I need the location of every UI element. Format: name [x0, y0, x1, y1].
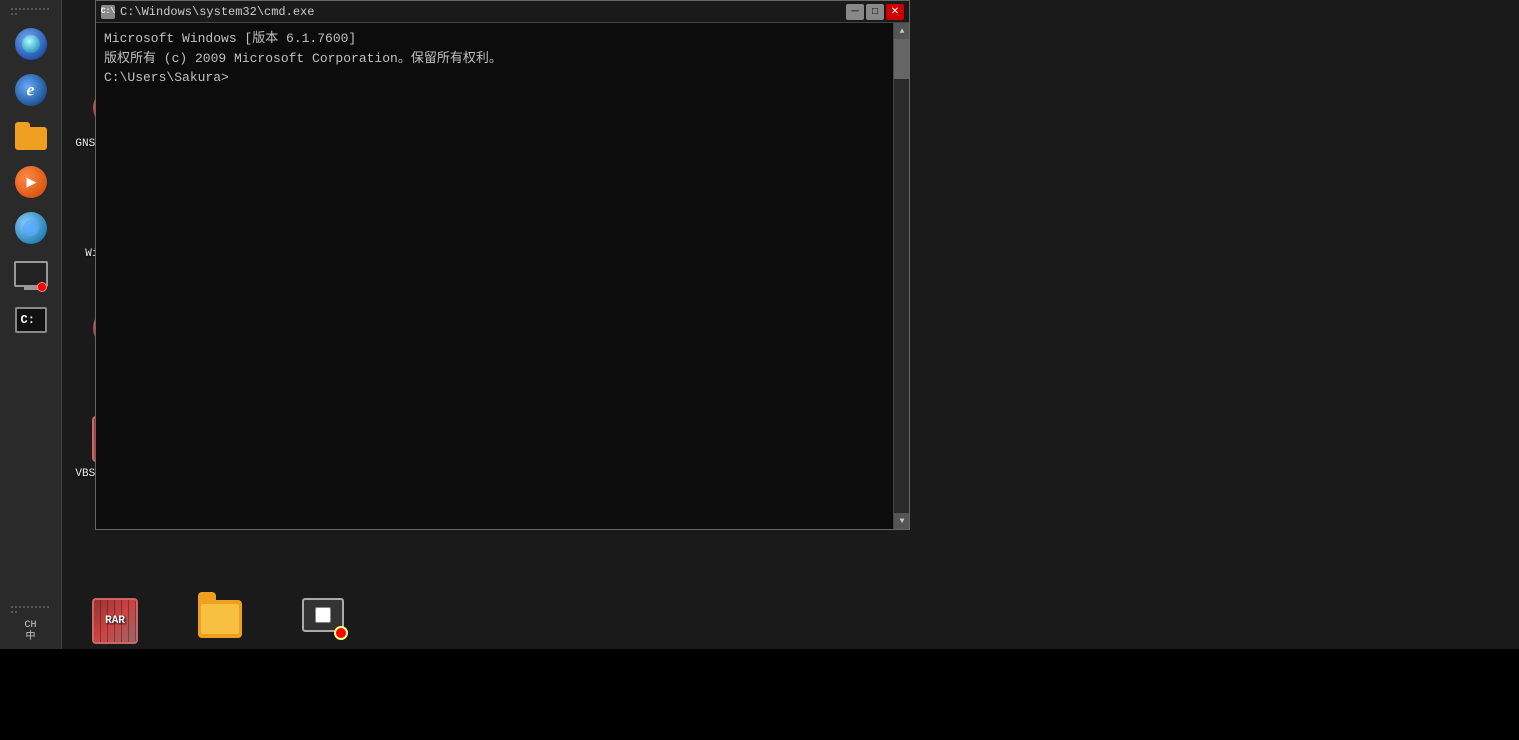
scrollbar-up-arrow[interactable]: ▲: [894, 23, 909, 39]
taskbar-left: ▶ C:: [0, 0, 62, 649]
cmd-title-icon: C:\: [101, 5, 115, 19]
cmd-window: C:\ C:\Windows\system32\cmd.exe ─ □ ✕ Mi…: [95, 0, 910, 530]
scrollbar-thumb[interactable]: [894, 39, 909, 79]
folder-icon[interactable]: [10, 115, 52, 157]
screen-record-icon[interactable]: [10, 253, 52, 295]
cmd-line-2: 版权所有 (c) 2009 Microsoft Corporation。保留所有…: [104, 49, 885, 69]
cmd-scrollbar[interactable]: ▲ ▼: [893, 23, 909, 529]
cmd-line-4: C:\Users\Sakura>: [104, 68, 885, 88]
desktop: ▶ C:: [0, 0, 1519, 649]
cmd-title-text: C:\Windows\system32\cmd.exe: [120, 5, 841, 19]
cmd-controls: ─ □ ✕: [846, 4, 904, 20]
bottom-icon-folder[interactable]: [175, 598, 265, 644]
close-button[interactable]: ✕: [886, 4, 904, 20]
ie-icon[interactable]: [10, 69, 52, 111]
bottom-icon-record[interactable]: [280, 598, 370, 644]
media-player-icon[interactable]: ▶: [10, 161, 52, 203]
blue-app-icon[interactable]: [10, 207, 52, 249]
windows-orb-icon[interactable]: [10, 23, 52, 65]
maximize-button[interactable]: □: [866, 4, 884, 20]
taskbar-bottom: CH 中: [0, 603, 61, 649]
language-indicator: CH 中: [24, 620, 36, 644]
bottom-desktop-icons: RAR: [70, 598, 370, 644]
terminal-icon[interactable]: C:: [10, 299, 52, 341]
bottom-icon-winrar[interactable]: RAR: [70, 598, 160, 644]
cmd-titlebar: C:\ C:\Windows\system32\cmd.exe ─ □ ✕: [96, 1, 909, 23]
minimize-button[interactable]: ─: [846, 4, 864, 20]
cmd-content[interactable]: Microsoft Windows [版本 6.1.7600] 版权所有 (c)…: [96, 23, 893, 529]
cmd-body: Microsoft Windows [版本 6.1.7600] 版权所有 (c)…: [96, 23, 909, 529]
cmd-line-1: Microsoft Windows [版本 6.1.7600]: [104, 29, 885, 49]
scrollbar-track[interactable]: [894, 39, 909, 513]
grip-bottom: [11, 606, 51, 614]
grip-top: [11, 8, 51, 16]
scrollbar-down-arrow[interactable]: ▼: [894, 513, 909, 529]
